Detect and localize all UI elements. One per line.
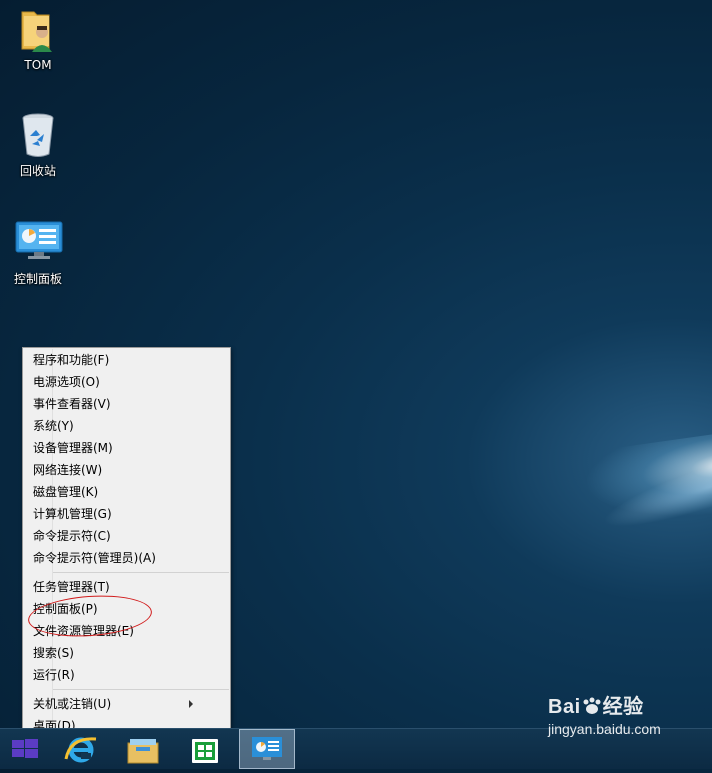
taskbar-internet-explorer[interactable] [56, 729, 106, 769]
desktop-icon-recycle-bin[interactable]: 回收站 [3, 110, 73, 179]
recycle-bin-icon [14, 110, 62, 158]
watermark-brand-cn: 经验 [602, 696, 644, 718]
taskbar-file-explorer[interactable] [118, 729, 168, 769]
taskbar-store[interactable] [180, 729, 230, 769]
control-panel-icon [14, 218, 63, 266]
menu-item-device-manager[interactable]: 设备管理器(M) [33, 438, 203, 458]
store-icon [192, 739, 218, 763]
user-folder-icon [14, 6, 62, 54]
desktop-icon-control-panel[interactable]: 控制面板 [3, 218, 73, 287]
taskbar-control-panel[interactable] [239, 729, 295, 769]
desktop-icon-label: 回收站 [19, 164, 56, 178]
menu-item-programs-features[interactable]: 程序和功能(F) [33, 350, 203, 370]
menu-item-system[interactable]: 系统(Y) [33, 416, 203, 436]
baidu-jingyan-watermark: Bai 经验 jingyan.baidu.com [548, 690, 661, 737]
file-explorer-icon [127, 739, 159, 764]
start-button[interactable] [0, 729, 50, 769]
windows-logo-icon [12, 739, 38, 758]
menu-item-network-connections[interactable]: 网络连接(W) [33, 460, 203, 480]
menu-item-power-options[interactable]: 电源选项(O) [33, 372, 203, 392]
menu-item-command-prompt[interactable]: 命令提示符(C) [33, 526, 203, 546]
watermark-url: jingyan.baidu.com [548, 721, 661, 737]
menu-item-computer-management[interactable]: 计算机管理(G) [33, 504, 203, 524]
internet-explorer-icon [64, 737, 97, 763]
menu-item-run[interactable]: 运行(R) [33, 665, 203, 685]
desktop-icon-label: 控制面板 [13, 272, 62, 286]
menu-item-shutdown-signout[interactable]: 关机或注销(U) [33, 694, 203, 714]
watermark-brand: Bai [548, 696, 581, 718]
menu-item-label: 关机或注销(U) [33, 697, 112, 711]
paw-icon [581, 697, 603, 715]
desktop-icon-user-folder[interactable]: TOM [3, 6, 73, 72]
menu-item-command-prompt-admin[interactable]: 命令提示符(管理员)(A) [33, 548, 203, 568]
submenu-arrow-icon [189, 700, 193, 708]
control-panel-icon [252, 737, 282, 760]
menu-separator [53, 689, 229, 690]
menu-item-disk-management[interactable]: 磁盘管理(K) [33, 482, 203, 502]
menu-item-event-viewer[interactable]: 事件查看器(V) [33, 394, 203, 414]
menu-item-task-manager[interactable]: 任务管理器(T) [33, 577, 203, 597]
menu-item-search[interactable]: 搜索(S) [33, 643, 203, 663]
menu-separator [53, 572, 229, 573]
desktop-icon-label: TOM [24, 58, 52, 72]
